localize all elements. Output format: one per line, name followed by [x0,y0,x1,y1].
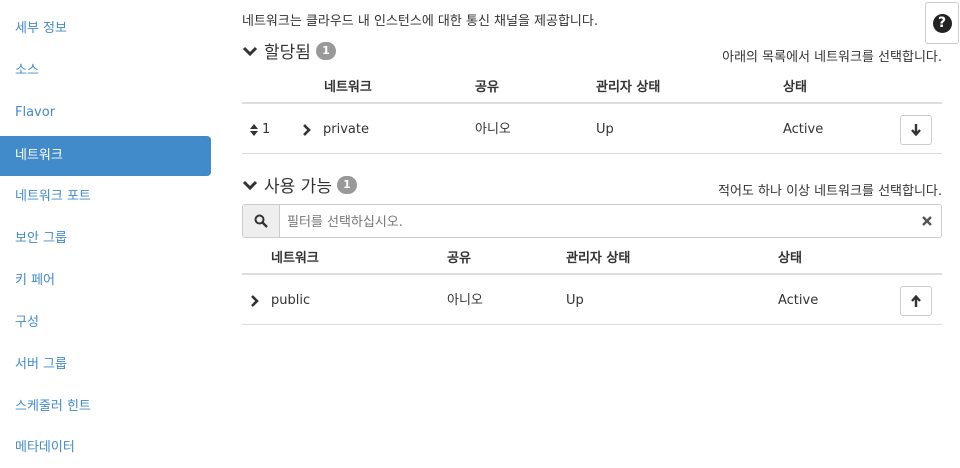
sort-icon[interactable] [250,124,258,136]
filter-bar [242,204,942,239]
sidebar-item-key-pair[interactable]: 키 페어 [0,261,211,301]
sidebar-item-configuration[interactable]: 구성 [0,303,211,343]
row-status: Active [778,293,819,308]
clear-filter-button[interactable] [919,205,935,237]
sidebar-item-networks[interactable]: 네트워크 [0,136,211,176]
allocate-button[interactable] [900,286,932,316]
allocated-title: 할당됨 [264,43,311,63]
close-icon [922,216,932,226]
sidebar-item-details[interactable]: 세부 정보 [0,9,211,49]
column-header-status: 상태 [778,251,802,266]
chevron-down-icon [242,46,258,56]
sidebar-item-flavor[interactable]: Flavor [0,93,211,133]
row-shared: 아니오 [447,293,483,308]
available-title: 사용 가능 [264,177,332,197]
wizard-sidebar: 세부 정보 소스 Flavor 네트워크 네트워크 포트 보안 그룹 키 페어 … [0,0,212,466]
chevron-down-icon [242,180,258,190]
step-description: 네트워크는 클라우드 내 인스턴스에 대한 통신 채널을 제공합니다. [242,14,598,29]
search-icon [254,214,268,228]
available-help-text: 적어도 하나 이상 네트워크를 선택합니다. [718,184,942,199]
column-header-shared: 공유 [475,80,499,95]
sidebar-item-source[interactable]: 소스 [0,51,211,91]
row-admin-state: Up [566,293,584,308]
row-network-name: public [271,293,311,308]
table-row: public 아니오 Up Active [242,278,942,325]
filter-input[interactable] [281,205,909,239]
row-status: Active [783,122,824,137]
sidebar-item-server-groups[interactable]: 서버 그룹 [0,345,211,385]
row-shared: 아니오 [475,122,511,137]
sidebar-item-scheduler-hints[interactable]: 스케줄러 힌트 [0,387,211,427]
row-network-name: private [323,122,369,137]
sidebar-item-network-ports[interactable]: 네트워크 포트 [0,177,211,217]
sidebar-item-metadata[interactable]: 메타데이터 [0,428,211,468]
column-header-admin-state: 관리자 상태 [566,251,631,266]
column-header-status: 상태 [783,80,807,95]
deallocate-button[interactable] [900,115,932,145]
chevron-right-icon[interactable] [250,295,260,307]
arrow-up-icon [911,295,921,307]
allocated-section-toggle[interactable]: 할당됨 1 [242,38,336,63]
available-count-badge: 1 [336,175,357,194]
search-addon [243,205,280,237]
column-header-admin-state: 관리자 상태 [596,80,661,95]
column-header-network: 네트워크 [324,80,372,95]
sidebar-item-security-groups[interactable]: 보안 그룹 [0,219,211,259]
table-row: 1 private 아니오 Up Active [242,107,942,154]
arrow-down-icon [911,124,921,136]
available-table-header: 네트워크 공유 관리자 상태 상태 [242,245,942,275]
allocated-help-text: 아래의 목록에서 네트워크를 선택합니다. [722,50,942,65]
column-header-shared: 공유 [447,251,471,266]
available-section-toggle[interactable]: 사용 가능 1 [242,172,357,197]
allocated-table-header: 네트워크 공유 관리자 상태 상태 [242,74,942,104]
row-admin-state: Up [596,122,614,137]
allocated-count-badge: 1 [315,41,336,60]
networks-step: 네트워크는 클라우드 내 인스턴스에 대한 통신 채널을 제공합니다. 할당됨 … [242,0,942,466]
column-header-network: 네트워크 [271,251,319,266]
chevron-right-icon[interactable] [302,124,312,136]
row-order: 1 [262,122,271,137]
